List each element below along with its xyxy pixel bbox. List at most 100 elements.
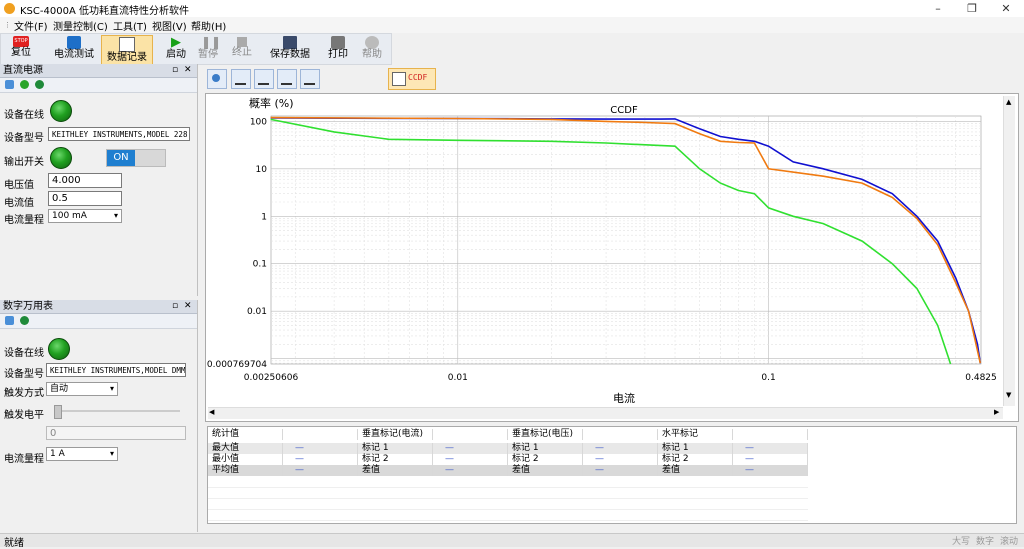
chart-mode-4-button[interactable] <box>300 69 320 89</box>
chart-toolbar: CCDF <box>203 66 1023 92</box>
pause-icon: ❚❚ <box>201 35 222 49</box>
pause-label: 暂停 <box>198 49 218 60</box>
dmm-range-select[interactable]: 1 A ▾ <box>46 447 118 461</box>
stats-cell <box>433 429 508 440</box>
panel-close-icon[interactable]: ✕ <box>184 300 192 313</box>
stats-cell: — <box>733 443 808 454</box>
pin-icon[interactable]: ▫ <box>172 300 178 313</box>
trigger-level-slider[interactable] <box>54 405 180 419</box>
line-chart-icon <box>281 74 292 85</box>
stats-cell: 垂直标记(电流) <box>358 429 433 440</box>
stats-cell: — <box>733 454 808 465</box>
chart-vertical-scrollbar[interactable]: ▲ ▼ <box>1003 96 1015 406</box>
x-tick-label: 0.1 <box>761 373 775 383</box>
data-record-button[interactable]: 数据记录 <box>101 35 153 65</box>
psu-output-label: 输出开关 <box>4 157 44 168</box>
stats-cell: — <box>283 443 358 454</box>
trigger-mode-value: 自动 <box>50 384 69 394</box>
zoom-fit-button[interactable] <box>207 69 227 89</box>
chevron-down-icon: ▾ <box>113 211 118 220</box>
psu-output-indicator <box>50 147 72 169</box>
trigger-mode-select[interactable]: 自动 ▾ <box>46 382 118 396</box>
scroll-down-icon[interactable]: ▼ <box>1006 391 1011 399</box>
chart-mode-2-button[interactable] <box>254 69 274 89</box>
stats-row: 最小值 — 标记 2— 标记 2— 标记 2— <box>208 454 808 465</box>
trigger-level-input[interactable]: 0 <box>46 426 186 440</box>
play-icon: ▶ <box>171 35 181 50</box>
current-input[interactable]: 0.5 <box>48 191 122 206</box>
close-button[interactable]: ✕ <box>989 0 1023 17</box>
psu-model-label: 设备型号 <box>4 133 44 144</box>
menu-help[interactable]: 帮助(H) <box>191 18 226 33</box>
x-tick-label: 0.01 <box>448 373 468 383</box>
floppy-disk-icon <box>283 36 297 49</box>
stats-cell: 统计值 <box>208 429 283 440</box>
stop-sign-icon: STOP <box>13 36 29 47</box>
psu-online-indicator <box>50 100 72 122</box>
connect-icon[interactable] <box>5 80 14 89</box>
scroll-indicator: 滚动 <box>1000 537 1019 547</box>
stats-cell: — <box>583 465 658 476</box>
maximize-button[interactable]: ❐ <box>955 0 989 17</box>
chart-title: CCDF <box>610 105 638 116</box>
stats-cell: — <box>433 465 508 476</box>
stats-cell: 差值 <box>358 465 433 476</box>
save-data-label: 保存数据 <box>270 49 310 60</box>
y-tick-label: 0.000769704 <box>207 360 267 370</box>
chart-horizontal-scrollbar[interactable]: ◀ ▶ <box>208 407 1003 419</box>
save-data-button[interactable]: 保存数据 <box>267 35 313 63</box>
scroll-up-icon[interactable]: ▲ <box>1006 98 1011 106</box>
app-icon <box>4 3 15 14</box>
menu-tools[interactable]: 工具(T) <box>113 18 147 33</box>
psu-range-label: 电流量程 <box>4 215 44 226</box>
reset-button[interactable]: STOP 复位 <box>5 35 37 63</box>
dmm-range-value: 1 A <box>50 449 65 459</box>
ccdf-tab-label: CCDF <box>408 73 428 82</box>
minimize-button[interactable]: – <box>921 0 955 17</box>
refresh-icon[interactable] <box>20 316 29 325</box>
refresh-icon[interactable] <box>35 80 44 89</box>
stats-row: 平均值 — 差值 — 差值 — 差值 — <box>208 465 808 476</box>
data-record-icon <box>119 37 135 52</box>
stats-cell: — <box>283 465 358 476</box>
chevron-down-icon: ▾ <box>109 384 114 393</box>
voltage-input[interactable]: 4.000 <box>48 173 122 188</box>
scroll-left-icon[interactable]: ◀ <box>209 408 214 416</box>
chart-mode-3-button[interactable] <box>277 69 297 89</box>
print-button[interactable]: 打印 <box>323 35 353 63</box>
slider-thumb[interactable] <box>54 405 62 419</box>
dmm-panel-tools <box>0 314 197 329</box>
stats-cell: 最大值 <box>208 443 283 454</box>
help-button[interactable]: 帮助 <box>357 35 387 63</box>
stop-label: 终止 <box>232 47 252 58</box>
dc-power-panel-header: 直流电源 ▫ ✕ <box>0 64 197 78</box>
stop-button[interactable]: 终止 <box>227 35 257 63</box>
window-title: KSC-4000A 低功耗直流特性分析软件 <box>20 6 189 17</box>
connect-icon[interactable] <box>5 316 14 325</box>
ccdf-tab[interactable]: CCDF <box>388 68 436 90</box>
x-tick-label: 0.4825 <box>965 373 997 383</box>
pin-icon[interactable]: ▫ <box>172 64 178 77</box>
menu-file[interactable]: 文件(F) <box>14 18 48 33</box>
menu-bar: ⋮ 文件(F) 测量控制(C) 工具(T) 视图(V) 帮助(H) <box>0 17 1024 33</box>
chart-mode-1-button[interactable] <box>231 69 251 89</box>
stats-cell: 平均值 <box>208 465 283 476</box>
start-button[interactable]: ▶ 启动 <box>161 35 191 63</box>
stats-cell: — <box>733 465 808 476</box>
check-icon[interactable] <box>20 80 29 89</box>
menu-view[interactable]: 视图(V) <box>152 18 187 33</box>
dmm-panel-title: 数字万用表 <box>3 301 53 312</box>
stats-cell: — <box>583 443 658 454</box>
help-label: 帮助 <box>362 49 382 60</box>
stats-cell: 标记 2 <box>358 454 433 465</box>
scroll-right-icon[interactable]: ▶ <box>994 408 999 416</box>
menu-measure-control[interactable]: 测量控制(C) <box>53 18 108 33</box>
current-test-button[interactable]: 电流测试 <box>51 35 97 63</box>
output-toggle[interactable]: ON <box>106 149 166 167</box>
y-tick-label: 0.1 <box>253 260 267 270</box>
stats-cell: — <box>583 454 658 465</box>
pause-button[interactable]: ❚❚ 暂停 <box>193 35 223 63</box>
dc-power-panel-title: 直流电源 <box>3 65 43 76</box>
panel-close-icon[interactable]: ✕ <box>184 64 192 77</box>
psu-range-select[interactable]: 100 mA ▾ <box>48 209 122 223</box>
